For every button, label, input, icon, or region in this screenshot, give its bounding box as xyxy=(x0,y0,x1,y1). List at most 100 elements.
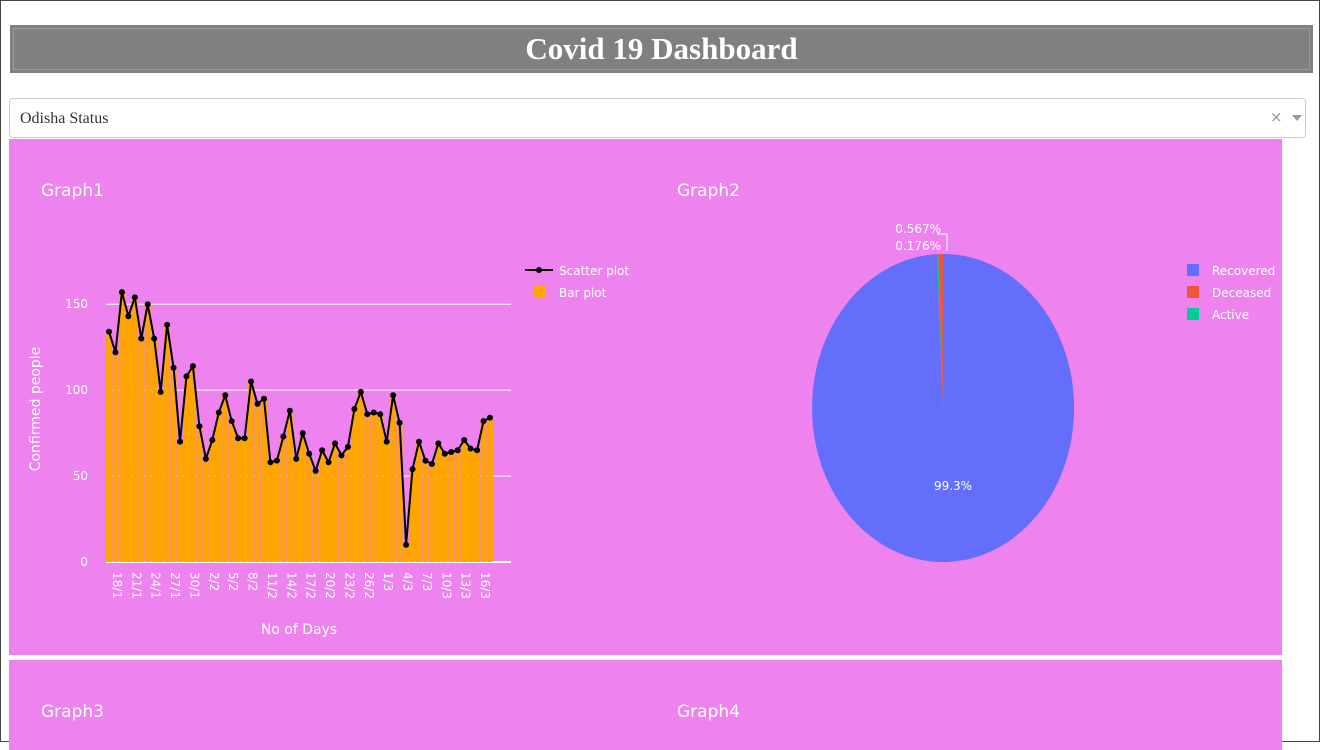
bar xyxy=(474,450,481,562)
scatter-point xyxy=(106,328,112,335)
x-tick-label: 24/1 xyxy=(149,572,163,599)
scatter-point xyxy=(299,430,306,437)
bar xyxy=(106,331,112,562)
x-tick-label: 7/3 xyxy=(420,572,434,591)
x-tick-label: 18/1 xyxy=(110,572,124,599)
scatter-point xyxy=(428,461,435,468)
bar xyxy=(319,450,326,562)
scatter-point xyxy=(370,409,377,416)
bar xyxy=(164,324,171,562)
graphs-row-1: Graph1 Graph2 0 50 100 150 18/1 21/1 24/1 27/1 3… xyxy=(9,139,1282,655)
scatter-point xyxy=(351,406,358,413)
scatter-point xyxy=(260,395,267,402)
bar xyxy=(112,352,119,562)
bar xyxy=(267,462,274,562)
x-tick-label: 30/1 xyxy=(187,572,201,599)
page-title: Covid 19 Dashboard xyxy=(525,31,798,66)
x-tick-label: 13/3 xyxy=(459,572,473,599)
bar xyxy=(480,421,487,562)
graph4-title: Graph4 xyxy=(677,702,740,722)
bar xyxy=(454,450,461,562)
scatter-point xyxy=(112,349,119,356)
scatter-point xyxy=(228,418,235,425)
bar xyxy=(325,462,332,562)
legend-swatch xyxy=(1187,264,1199,276)
scatter-point xyxy=(157,388,164,395)
scatter-point xyxy=(286,407,293,414)
bar xyxy=(228,421,235,562)
x-tick-label: 26/2 xyxy=(362,572,376,599)
dropdown-selected-value: Odisha Status xyxy=(20,110,109,127)
scatter-point xyxy=(138,335,145,342)
bar xyxy=(306,453,313,562)
bar xyxy=(280,436,287,562)
scatter-point xyxy=(344,443,351,450)
bar xyxy=(415,441,422,562)
y-tick-label: 100 xyxy=(65,383,88,397)
scatter-point xyxy=(364,411,371,418)
scatter-point xyxy=(441,450,448,457)
bar xyxy=(241,438,248,562)
bar xyxy=(254,403,261,562)
scatter-point xyxy=(235,435,242,442)
scatter-point xyxy=(357,388,364,395)
chevron-down-icon[interactable] xyxy=(1292,115,1302,121)
bar xyxy=(144,304,151,562)
x-tick-label: 2/2 xyxy=(207,572,221,591)
bar xyxy=(422,460,429,562)
legend-label: Recovered xyxy=(1212,264,1275,278)
scatter-point xyxy=(151,335,158,342)
clear-icon[interactable]: × xyxy=(1270,108,1283,126)
dashboard-header: Covid 19 Dashboard xyxy=(10,25,1313,73)
bar xyxy=(177,441,184,562)
graph2-chart: 99.3% 0.567% 0.176% Recovered Deceased Active xyxy=(812,222,1275,562)
scatter-point xyxy=(415,438,422,445)
scatter-point xyxy=(325,459,332,466)
bar xyxy=(370,412,377,562)
y-axis-title: Confirmed people xyxy=(28,347,44,472)
bar xyxy=(344,446,351,562)
x-tick-label: 23/2 xyxy=(342,572,356,599)
scatter-point xyxy=(448,449,455,455)
state-dropdown[interactable]: Odisha Status × xyxy=(9,98,1306,138)
scatter-point xyxy=(222,392,229,399)
scatter-point xyxy=(306,450,313,457)
legend-label: Deceased xyxy=(1212,286,1271,300)
legend-swatch xyxy=(1187,286,1199,298)
x-tick-label: 17/2 xyxy=(304,572,318,599)
graph3-title: Graph3 xyxy=(41,702,104,722)
x-tick-label: 1/3 xyxy=(381,572,395,591)
bar xyxy=(273,460,280,562)
bar xyxy=(125,316,132,562)
bar xyxy=(293,458,300,562)
pie-label-recovered: 99.3% xyxy=(934,479,972,493)
pie-label-deceased: 0.567% xyxy=(895,222,941,236)
bar xyxy=(157,391,164,562)
scatter-point xyxy=(267,459,274,466)
scatter-point xyxy=(293,455,300,462)
bar xyxy=(138,338,145,562)
scatter-point xyxy=(273,457,280,464)
bar xyxy=(131,297,138,562)
bar xyxy=(222,395,229,562)
x-tick-label: 27/1 xyxy=(168,572,182,599)
x-tick-label: 11/2 xyxy=(265,572,279,599)
scatter-point xyxy=(196,423,203,430)
scatter-point xyxy=(403,541,410,548)
scatter-point xyxy=(189,363,196,370)
scatter-point xyxy=(177,438,184,445)
bar xyxy=(151,338,158,562)
scatter-point xyxy=(377,411,384,418)
pie-label-active: 0.176% xyxy=(895,239,941,253)
scatter-point xyxy=(474,447,481,454)
bar xyxy=(351,409,358,562)
legend-swatch xyxy=(1187,308,1199,320)
scatter-point xyxy=(241,435,248,442)
legend-bar-swatch xyxy=(533,286,545,298)
bar xyxy=(487,417,493,562)
y-tick-label: 0 xyxy=(80,555,88,569)
legend-label: Scatter plot xyxy=(559,264,629,278)
bar xyxy=(435,443,442,562)
bar xyxy=(202,458,209,562)
bar xyxy=(215,412,222,562)
